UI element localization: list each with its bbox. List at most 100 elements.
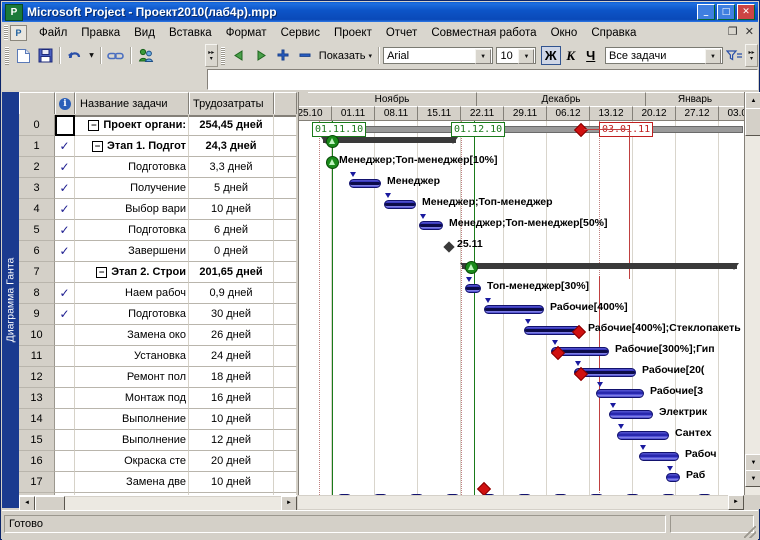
maximize-button[interactable]: □ bbox=[717, 4, 735, 20]
row-task-name-cell[interactable]: – Проект органи: bbox=[75, 115, 189, 136]
table-row[interactable]: 4 ✓ Выбор вари 10 дней bbox=[19, 199, 297, 220]
table-row[interactable]: 7 – Этап 2. Строи 201,65 дней bbox=[19, 262, 297, 283]
row-indicator-cell[interactable] bbox=[55, 262, 75, 283]
row-task-name-cell[interactable]: Замена две bbox=[75, 472, 189, 493]
gantt-task-bar[interactable] bbox=[384, 200, 416, 209]
menu-format[interactable]: Формат bbox=[219, 25, 274, 41]
new-document-icon[interactable] bbox=[12, 45, 34, 66]
row-id-cell[interactable]: 13 bbox=[19, 388, 55, 409]
row-work-cell[interactable]: 30 дней bbox=[189, 304, 274, 325]
row-task-name-cell[interactable]: Замена око bbox=[75, 325, 189, 346]
row-indicator-cell[interactable]: ✓ bbox=[55, 304, 75, 325]
view-bar-strip[interactable]: Диаграмма Ганта bbox=[2, 92, 20, 508]
filter-combo[interactable]: Все задачи ▼ bbox=[605, 47, 723, 64]
filter-arrow[interactable]: ▼ bbox=[705, 49, 721, 64]
row-work-cell[interactable]: 0,9 дней bbox=[189, 283, 274, 304]
gantt-task-bar[interactable] bbox=[419, 221, 443, 230]
hide-subtasks-icon[interactable] bbox=[294, 45, 316, 66]
column-header-work[interactable]: Трудозатраты bbox=[189, 92, 274, 114]
gantt-scroll-up-button[interactable]: ▲ bbox=[745, 92, 760, 109]
outdent-icon[interactable] bbox=[228, 45, 250, 66]
row-work-cell[interactable]: 201,65 дней bbox=[189, 262, 274, 283]
gantt-task-bar[interactable] bbox=[596, 389, 644, 398]
gantt-scroll-down-button[interactable]: ▼ bbox=[745, 454, 760, 471]
table-row[interactable]: 14 Выполнение 10 дней bbox=[19, 409, 297, 430]
menu-file[interactable]: Файл bbox=[32, 25, 74, 41]
row-task-name-cell[interactable]: Подготовка bbox=[75, 220, 189, 241]
row-indicator-cell[interactable] bbox=[55, 367, 75, 388]
row-work-cell[interactable]: 5 дней bbox=[189, 178, 274, 199]
row-indicator-cell[interactable]: ✓ bbox=[55, 157, 75, 178]
menu-view[interactable]: Вид bbox=[127, 25, 162, 41]
gantt-task-bar[interactable] bbox=[484, 305, 544, 314]
table-row[interactable]: 16 Окраска сте 20 дней bbox=[19, 451, 297, 472]
close-button[interactable]: ✕ bbox=[737, 4, 755, 20]
sheet-horizontal-scrollbar[interactable]: ◄ ► bbox=[19, 495, 297, 511]
row-id-cell[interactable]: 15 bbox=[19, 430, 55, 451]
gantt-task-bar[interactable] bbox=[639, 452, 679, 461]
row-work-cell[interactable]: 26 дней bbox=[189, 325, 274, 346]
indent-icon[interactable] bbox=[250, 45, 272, 66]
table-row[interactable]: 13 Монтаж под 16 дней bbox=[19, 388, 297, 409]
menu-report[interactable]: Отчет bbox=[379, 25, 425, 41]
row-task-name-cell[interactable]: Завершени bbox=[75, 241, 189, 262]
menu-collaborate[interactable]: Совместная работа bbox=[424, 25, 543, 41]
row-id-cell[interactable]: 11 bbox=[19, 346, 55, 367]
row-work-cell[interactable]: 10 дней bbox=[189, 199, 274, 220]
standard-toolbar-overflow[interactable]: ▸▸ ▾ bbox=[204, 44, 218, 67]
entry-field-input[interactable] bbox=[207, 69, 758, 90]
row-indicator-cell[interactable]: ✓ bbox=[55, 220, 75, 241]
row-id-cell[interactable]: 1 bbox=[19, 136, 55, 157]
resize-grip-icon[interactable] bbox=[744, 526, 756, 538]
table-row[interactable]: 9 ✓ Подготовка 30 дней bbox=[19, 304, 297, 325]
sheet-scroll-left-button[interactable]: ◄ bbox=[19, 495, 35, 511]
document-restore-button[interactable]: ❐ bbox=[728, 25, 738, 38]
milestone-marker[interactable] bbox=[443, 241, 455, 253]
row-id-cell[interactable]: 8 bbox=[19, 283, 55, 304]
table-row[interactable]: 5 ✓ Подготовка 6 дней bbox=[19, 220, 297, 241]
sheet-scroll-right-button[interactable]: ► bbox=[281, 495, 297, 511]
font-name-combo[interactable]: Arial ▼ bbox=[383, 47, 494, 64]
table-row[interactable]: 11 Установка 24 дней bbox=[19, 346, 297, 367]
bold-button[interactable]: Ж bbox=[540, 46, 561, 65]
row-work-cell[interactable]: 0 дней bbox=[189, 241, 274, 262]
row-indicator-cell[interactable]: ✓ bbox=[55, 199, 75, 220]
row-id-cell[interactable]: 10 bbox=[19, 325, 55, 346]
row-work-cell[interactable]: 24 дней bbox=[189, 346, 274, 367]
row-work-cell[interactable]: 20 дней bbox=[189, 451, 274, 472]
gantt-chart-area[interactable]: 01.11.10 01.12.10 03.01.11 Менеджер;Топ-мен… bbox=[299, 121, 745, 509]
row-indicator-cell[interactable]: ✓ bbox=[55, 178, 75, 199]
summary-bar[interactable] bbox=[462, 263, 737, 269]
row-indicator-cell[interactable] bbox=[55, 388, 75, 409]
gantt-vertical-thumb[interactable] bbox=[745, 108, 760, 136]
table-row[interactable]: 8 ✓ Наем рабоч 0,9 дней bbox=[19, 283, 297, 304]
formatting-toolbar-overflow[interactable]: ▸▸ ▾ bbox=[745, 44, 758, 67]
font-name-arrow[interactable]: ▼ bbox=[475, 49, 492, 64]
sheet-scroll-thumb[interactable] bbox=[35, 495, 65, 511]
row-id-cell[interactable]: 16 bbox=[19, 451, 55, 472]
save-icon[interactable] bbox=[34, 45, 56, 66]
undo-icon[interactable] bbox=[64, 45, 86, 66]
row-task-name-cell[interactable]: Подготовка bbox=[75, 157, 189, 178]
row-work-cell[interactable]: 18 дней bbox=[189, 367, 274, 388]
document-close-button[interactable]: ✕ bbox=[745, 25, 754, 38]
menu-project[interactable]: Проект bbox=[327, 25, 379, 41]
row-task-name-cell[interactable]: – Этап 1. Подгот bbox=[75, 136, 189, 157]
row-id-cell[interactable]: 17 bbox=[19, 472, 55, 493]
row-task-name-cell[interactable]: Ремонт пол bbox=[75, 367, 189, 388]
sheet-scroll-track[interactable] bbox=[65, 496, 281, 510]
row-work-cell[interactable]: 3,3 дней bbox=[189, 157, 274, 178]
row-task-name-cell[interactable]: Наем рабоч bbox=[75, 283, 189, 304]
formatting-toolbar-grip[interactable] bbox=[220, 46, 225, 65]
row-task-name-cell[interactable]: – Этап 2. Строи bbox=[75, 262, 189, 283]
row-task-name-cell[interactable]: Выполнение bbox=[75, 409, 189, 430]
show-dropdown-arrow[interactable]: ▾ bbox=[369, 52, 376, 60]
link-tasks-icon[interactable] bbox=[105, 45, 127, 66]
menu-tools[interactable]: Сервис bbox=[274, 25, 327, 41]
row-indicator-cell[interactable] bbox=[55, 115, 75, 136]
row-task-name-cell[interactable]: Монтаж под bbox=[75, 388, 189, 409]
column-header-indicator[interactable]: i bbox=[55, 92, 75, 114]
gantt-chart-pane[interactable]: Ноябрь Декабрь Январь 25.10 01.11 08.11 15.11… bbox=[298, 92, 745, 509]
row-task-name-cell[interactable]: Окраска сте bbox=[75, 451, 189, 472]
gantt-task-bar[interactable] bbox=[465, 284, 481, 293]
